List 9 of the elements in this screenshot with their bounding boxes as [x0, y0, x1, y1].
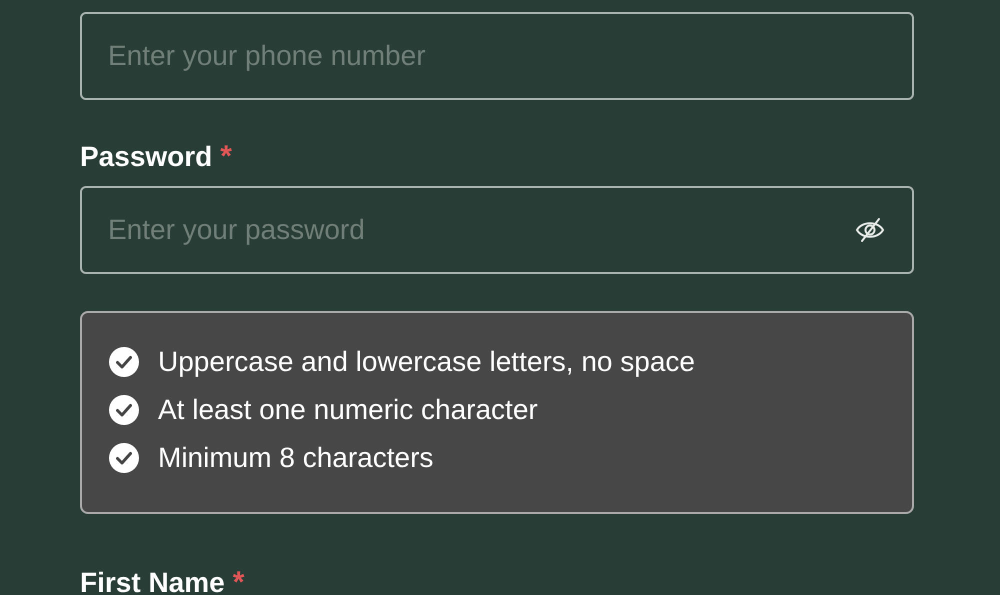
phone-field[interactable]: Enter your phone number	[80, 12, 914, 100]
field-label: Password	[80, 141, 212, 173]
required-mark: *	[232, 566, 244, 595]
requirement-text: At least one numeric character	[158, 394, 538, 426]
field-label: First Name	[80, 567, 225, 595]
password-field[interactable]: Enter your password	[80, 186, 914, 274]
requirement-text: Uppercase and lowercase letters, no space	[158, 346, 695, 378]
requirement-text: Minimum 8 characters	[158, 442, 434, 474]
required-mark: *	[220, 140, 232, 174]
